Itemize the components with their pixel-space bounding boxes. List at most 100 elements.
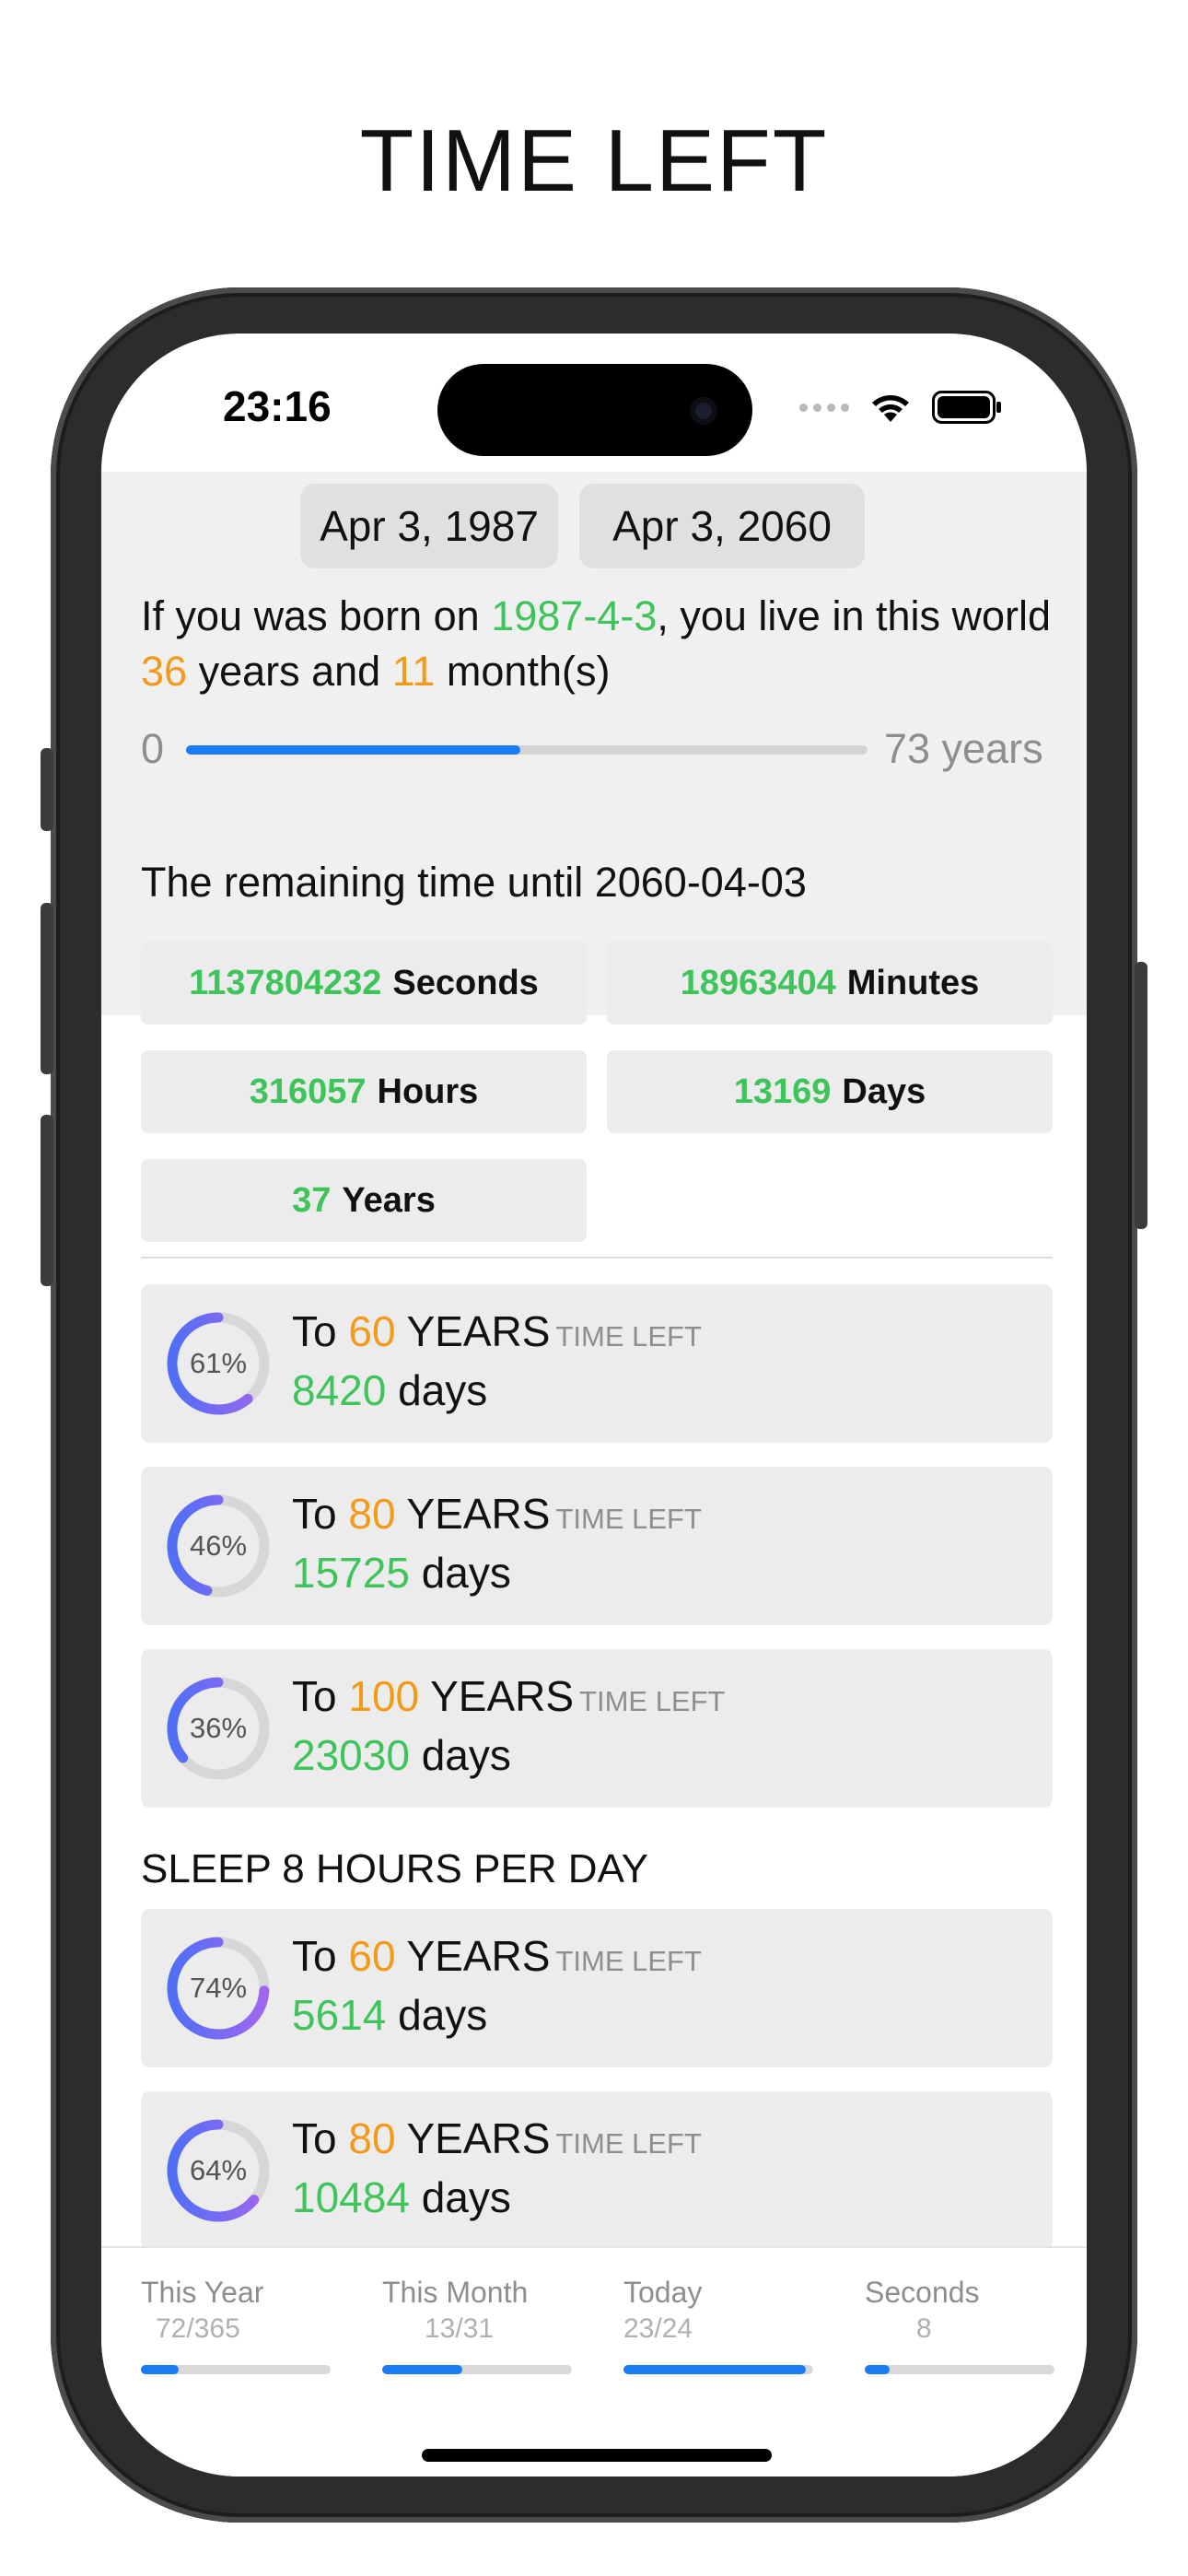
goal-title: To 80 YEARS TIME LEFT [292, 1490, 702, 1538]
stat-hours-unit: Hours [377, 1071, 479, 1111]
remaining-title: The remaining time until 2060-04-03 [141, 859, 807, 906]
tab-value: 23/24 [623, 2313, 693, 2344]
tab-progress [623, 2365, 813, 2374]
tab-progress [382, 2365, 572, 2374]
stat-hours-value: 316057 [249, 1071, 367, 1111]
camera-icon [690, 397, 717, 425]
tab-progress-fill [141, 2365, 180, 2374]
birth-date-picker[interactable]: Apr 3, 1987 [300, 484, 558, 568]
goal-title: To 80 YEARS TIME LEFT [292, 2114, 702, 2162]
battery-icon [932, 391, 1001, 424]
life-progress-bar [186, 745, 868, 755]
life-range-max: 73 years [884, 725, 1043, 772]
tab-label: This Month [382, 2276, 529, 2309]
intro-birth-date: 1987-4-3 [491, 592, 658, 639]
end-date-picker[interactable]: Apr 3, 2060 [579, 484, 865, 568]
tab-progress-fill [865, 2365, 890, 2374]
intro-years-word: years and [187, 648, 392, 695]
tab-value: 72/365 [156, 2313, 240, 2344]
stat-days-value: 13169 [733, 1071, 832, 1111]
goal-card: 46% To 80 YEARS TIME LEFT 15725 days [141, 1467, 1053, 1625]
page-title: TIME LEFT [359, 111, 829, 210]
goal-title: To 60 YEARS TIME LEFT [292, 1307, 702, 1355]
goal-days-value: 23030 [292, 1731, 410, 1779]
goal-title: To 100 YEARS TIME LEFT [292, 1672, 726, 1720]
progress-percent: 36% [189, 1712, 248, 1744]
tab-progress [141, 2365, 331, 2374]
life-range-min: 0 [141, 725, 165, 772]
cellular-signal-icon [799, 403, 849, 412]
volume-up-button [41, 903, 53, 1074]
stat-days: 13169 Days [607, 1050, 1053, 1133]
goal-days: 10484 days [292, 2173, 511, 2221]
progress-percent: 74% [189, 1972, 248, 2004]
volume-down-button [41, 1115, 53, 1286]
tab-value: 8 [916, 2313, 932, 2344]
status-bar: 23:16 [101, 334, 1087, 472]
wifi-icon [872, 395, 909, 422]
goal-days: 23030 days [292, 1731, 511, 1779]
tab-label: Seconds [865, 2276, 980, 2309]
progress-percent: 61% [189, 1347, 248, 1379]
tab-progress [865, 2365, 1054, 2374]
time-left-label: TIME LEFT [555, 1503, 702, 1535]
goal-card: 36% To 100 YEARS TIME LEFT 23030 days [141, 1649, 1053, 1808]
power-button [1135, 962, 1147, 1229]
status-icons [799, 391, 1002, 424]
tab-value: 13/31 [425, 2313, 495, 2344]
tab-this-year[interactable]: This Year 72/365 [141, 2276, 331, 2374]
tab-progress-fill [623, 2365, 806, 2374]
tab-progress-fill [382, 2365, 462, 2374]
goal-days: 5614 days [292, 1991, 488, 2039]
tab-label: This Year [141, 2276, 264, 2309]
progress-percent: 64% [189, 2154, 248, 2186]
sleep-goal-card: 74% To 60 YEARS TIME LEFT 5614 days [141, 1909, 1053, 2067]
time-left-label: TIME LEFT [579, 1685, 726, 1717]
time-left-label: TIME LEFT [555, 1320, 702, 1352]
goal-days: 15725 days [292, 1549, 511, 1597]
stat-years-unit: Years [342, 1180, 436, 1220]
stat-years: 37 Years [141, 1159, 587, 1242]
stat-years-value: 37 [292, 1180, 332, 1220]
goal-age: 100 [348, 1672, 420, 1720]
stat-minutes: 18963404 Minutes [607, 942, 1053, 1025]
action-button [41, 748, 53, 831]
tab-seconds[interactable]: Seconds 8 [865, 2276, 1054, 2374]
home-indicator[interactable] [422, 2449, 772, 2462]
phone-screen: 23:16 Apr 3, 1987 Apr 3, 2060 If you was… [101, 334, 1087, 2476]
goal-card: 61% To 60 YEARS TIME LEFT 8420 days [141, 1284, 1053, 1443]
sleep-heading: SLEEP 8 HOURS PER DAY [141, 1846, 649, 1891]
bottom-progress-bar: This Year 72/365 This Month 13/31 Today … [101, 2246, 1087, 2476]
intro-text: If you was born on 1987-4-3, you live in… [141, 589, 1053, 699]
status-time: 23:16 [223, 382, 332, 430]
tab-today[interactable]: Today 23/24 [623, 2276, 813, 2374]
intro-years: 36 [141, 648, 188, 695]
stat-days-unit: Days [842, 1071, 926, 1111]
goal-age: 60 [348, 1307, 396, 1355]
goal-days-value: 15725 [292, 1549, 410, 1597]
goal-days-value: 5614 [292, 1991, 387, 2039]
stat-seconds: 1137804232 Seconds [141, 942, 587, 1025]
goal-age: 60 [348, 1932, 396, 1980]
intro-months-word: month(s) [435, 648, 611, 695]
goal-days: 8420 days [292, 1366, 488, 1414]
goal-days-value: 10484 [292, 2173, 410, 2221]
time-left-label: TIME LEFT [555, 1945, 702, 1977]
sleep-goal-card: 64% To 80 YEARS TIME LEFT 10484 days [141, 2091, 1053, 2250]
life-progress-fill [186, 745, 520, 755]
goal-age: 80 [348, 2114, 396, 2162]
progress-percent: 46% [189, 1529, 248, 1562]
stat-minutes-value: 18963404 [680, 963, 836, 1002]
goal-title: To 60 YEARS TIME LEFT [292, 1932, 702, 1980]
divider [141, 1257, 1053, 1259]
goal-days-value: 8420 [292, 1366, 387, 1414]
stat-seconds-value: 1137804232 [189, 963, 382, 1002]
intro-months: 11 [391, 648, 436, 695]
stat-hours: 316057 Hours [141, 1050, 587, 1133]
stat-seconds-unit: Seconds [392, 963, 539, 1002]
intro-middle: , you live in this world [657, 592, 1052, 639]
goal-age: 80 [348, 1490, 396, 1538]
tab-label: Today [623, 2276, 703, 2309]
stat-minutes-unit: Minutes [846, 963, 980, 1002]
tab-this-month[interactable]: This Month 13/31 [382, 2276, 572, 2374]
